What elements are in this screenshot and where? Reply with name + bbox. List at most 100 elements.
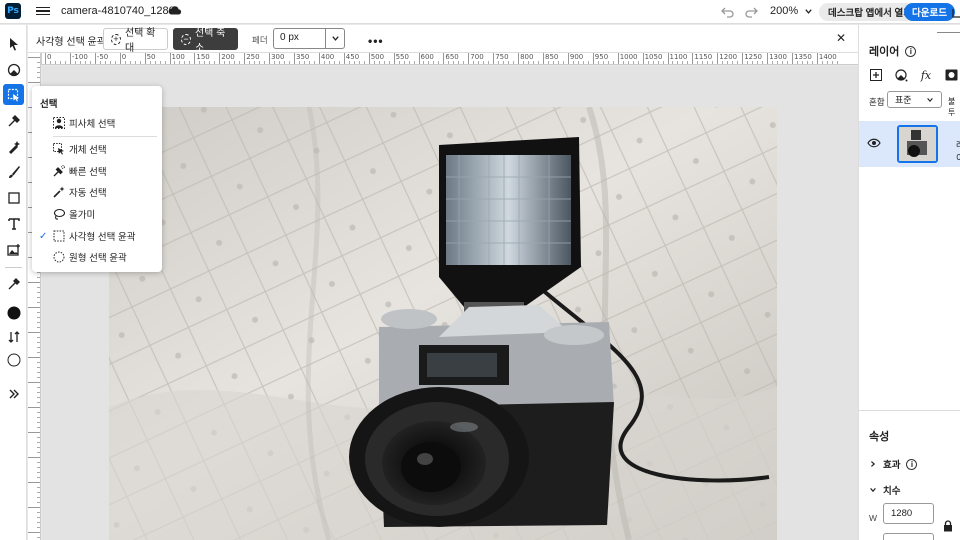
ruler-minor-tick [353, 61, 355, 64]
ruler-minor-tick [707, 61, 709, 64]
ruler-minor-tick [298, 61, 300, 64]
ruler-tick [816, 53, 818, 64]
generative-fill-icon[interactable] [3, 136, 24, 157]
ruler-tick [617, 53, 619, 64]
undo-icon[interactable] [720, 4, 736, 20]
feather-input[interactable]: 0 px [273, 28, 326, 49]
ruler-minor-tick [164, 61, 166, 64]
ruler-tick [37, 347, 40, 348]
magic-wand-icon [53, 186, 65, 198]
ruler-tick [28, 57, 40, 58]
add-layer-icon[interactable] [869, 68, 883, 82]
options-bar: 사각형 선택 윤곽 + 선택 확대 − 선택 축소 페더 0 px ••• ✕ [28, 25, 858, 54]
expand-selection-button[interactable]: + 선택 확대 [103, 28, 168, 54]
ruler-tick [393, 53, 395, 64]
effects-section-toggle[interactable]: 효과 i [869, 457, 918, 471]
ruler-label: 750 [495, 53, 509, 61]
ruler-minor-tick [388, 61, 390, 64]
zoom-dropdown[interactable]: 200% [770, 5, 813, 17]
eyedropper-icon[interactable] [3, 273, 24, 294]
ruler-label: 1100 [669, 53, 688, 61]
ruler-minor-tick [413, 61, 415, 64]
download-button[interactable]: 다운로드 [904, 3, 955, 21]
menu-item-subject-select[interactable]: 피사체 선택 [32, 113, 162, 133]
height-input[interactable] [883, 533, 934, 540]
share-icon[interactable] [952, 4, 960, 18]
ruler-tick [318, 53, 320, 64]
info-icon[interactable]: i [905, 45, 917, 57]
ruler-minor-tick [139, 61, 141, 64]
menu-icon[interactable] [36, 4, 50, 18]
ruler-minor-tick [562, 61, 564, 64]
info-icon[interactable]: i [906, 458, 918, 470]
menu-item-rect-marquee[interactable]: ✓ 사각형 선택 윤곽 [32, 226, 162, 246]
ruler-minor-tick [503, 61, 505, 64]
layer-thumbnail[interactable] [897, 125, 938, 163]
ruler-tick [742, 53, 744, 64]
ruler-label: 150 [196, 53, 210, 61]
ruler-tick [37, 72, 40, 73]
more-tools-icon[interactable] [3, 383, 24, 404]
ruler-tick [37, 397, 40, 398]
ruler-tick [28, 357, 40, 358]
select-tool-icon[interactable] [3, 84, 24, 105]
chevron-down-icon [331, 36, 339, 41]
add-image-icon[interactable] [3, 239, 24, 260]
foreground-color-swatch[interactable] [3, 302, 24, 323]
ruler-minor-tick [154, 61, 156, 64]
background-color-swatch[interactable] [3, 349, 24, 370]
camera-photo[interactable] [109, 107, 777, 540]
ruler-minor-tick [308, 61, 310, 64]
panel-drag-handle[interactable] [937, 32, 960, 33]
contract-selection-button[interactable]: − 선택 축소 [173, 28, 238, 54]
ruler-tick [37, 442, 40, 443]
close-options-icon[interactable]: ✕ [836, 31, 846, 45]
menu-item-quick-select[interactable]: 빠른 선택 [32, 161, 162, 181]
ruler-minor-tick [647, 61, 649, 64]
more-options-icon[interactable]: ••• [368, 34, 384, 48]
ruler-tick [37, 392, 40, 393]
ruler-minor-tick [383, 61, 385, 64]
width-input[interactable]: 1280 [883, 503, 934, 524]
ruler-tick [37, 427, 40, 428]
ruler-label: -50 [96, 53, 109, 61]
canvas-area[interactable] [42, 66, 858, 540]
document-title[interactable]: camera-4810740_1280 [61, 5, 175, 17]
menu-divider [53, 136, 157, 137]
ruler-tick [567, 53, 569, 64]
adjustment-layer-icon[interactable] [894, 68, 908, 82]
dimensions-section-toggle[interactable]: 치수 [869, 483, 900, 497]
ruler-label: 1250 [744, 53, 763, 61]
ruler-minor-tick [627, 61, 629, 64]
blend-mode-dropdown[interactable]: 표준 [887, 91, 942, 108]
menu-item-ellipse-marquee[interactable]: 원형 선택 윤곽 [32, 247, 162, 267]
swap-colors-icon[interactable] [3, 326, 24, 347]
ruler-minor-tick [363, 61, 365, 64]
shape-tool-icon[interactable] [3, 187, 24, 208]
menu-item-object-select[interactable]: 개체 선택 [32, 139, 162, 159]
type-tool-icon[interactable] [3, 213, 24, 234]
ruler-tick [37, 497, 40, 498]
ruler-tick [37, 502, 40, 503]
ruler-minor-tick [826, 61, 828, 64]
brush-tool-icon[interactable] [3, 161, 24, 182]
ruler-tick [37, 67, 40, 68]
layer-item[interactable]: 레이 [859, 121, 960, 167]
fx-icon[interactable]: fx [919, 68, 933, 82]
eye-icon[interactable] [867, 137, 881, 149]
feather-dropdown[interactable] [325, 28, 345, 49]
lock-icon[interactable] [943, 520, 953, 532]
ruler-minor-tick [114, 61, 116, 64]
redo-icon[interactable] [743, 4, 759, 20]
mask-icon[interactable] [944, 68, 958, 82]
ruler-minor-tick [652, 61, 654, 64]
menu-item-lasso[interactable]: 올가미 [32, 204, 162, 224]
move-tool-icon[interactable] [3, 33, 24, 54]
menu-item-magic-wand[interactable]: 자동 선택 [32, 182, 162, 202]
cloud-icon[interactable] [168, 4, 182, 18]
adjust-tool-icon[interactable] [3, 59, 24, 80]
ruler-tick [37, 422, 40, 423]
heal-tool-icon[interactable] [3, 110, 24, 131]
layer-actions: fx [869, 68, 958, 82]
opacity-label: 불투 [948, 97, 956, 117]
